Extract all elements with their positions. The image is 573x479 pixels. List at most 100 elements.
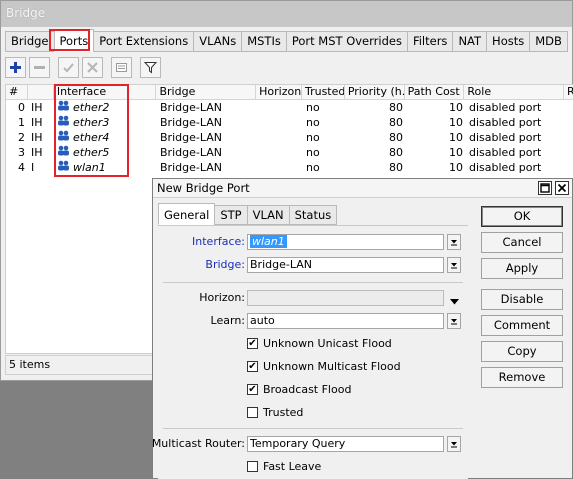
dialog-title: New Bridge Port <box>153 179 572 198</box>
window-title-text: Bridge <box>6 6 46 20</box>
cell-horizon <box>257 115 303 130</box>
remove-button[interactable]: Remove <box>481 367 563 388</box>
add-icon[interactable] <box>5 57 26 78</box>
cell-trusted: no <box>306 131 320 144</box>
cell-role: disabled port <box>469 116 542 129</box>
tab-general[interactable]: General <box>158 203 216 225</box>
cell-flags: IH <box>31 101 43 114</box>
interface-dropdown-icon[interactable] <box>447 234 461 250</box>
checkbox-label: Fast Leave <box>263 460 322 473</box>
col-num[interactable]: # <box>6 85 28 100</box>
fast-leave-checkbox[interactable]: Fast Leave <box>247 460 321 473</box>
tab-nat[interactable]: NAT <box>452 31 488 52</box>
col-bridge[interactable]: Bridge <box>156 85 257 100</box>
cell-bridge: Bridge-LAN <box>160 131 222 144</box>
cell-role: disabled port <box>469 161 542 174</box>
learn-label: Learn: <box>210 314 245 327</box>
col-trusted[interactable]: Trusted <box>302 85 345 100</box>
col-horizon[interactable]: Horizon <box>256 85 302 100</box>
cell-num: 4 <box>18 161 25 174</box>
tab-mstis[interactable]: MSTIs <box>241 31 287 52</box>
dialog-title-text: New Bridge Port <box>157 181 250 195</box>
toolbar <box>5 57 161 79</box>
checkbox-label: Unknown Multicast Flood <box>263 360 401 373</box>
cell-bridge: Bridge-LAN <box>160 146 222 159</box>
cell-num: 2 <box>18 131 25 144</box>
horizon-input[interactable] <box>247 290 444 306</box>
cell-horizon <box>257 145 303 160</box>
tab-hosts[interactable]: Hosts <box>486 31 531 52</box>
tab-vlans[interactable]: VLANs <box>193 31 243 52</box>
multicast-router-label: Multicast Router: <box>151 437 245 450</box>
interface-select[interactable]: wlan1 <box>247 234 444 250</box>
cell-priority: 80 <box>389 116 403 129</box>
unknown-unicast-flood-checkbox[interactable]: ✔ Unknown Unicast Flood <box>247 337 392 350</box>
remove-icon[interactable] <box>29 57 50 78</box>
cell-num: 3 <box>18 146 25 159</box>
col-flags[interactable] <box>28 85 54 100</box>
comment-button[interactable]: Comment <box>481 315 563 336</box>
comment-icon[interactable] <box>111 57 132 78</box>
cell-flags: IH <box>31 146 43 159</box>
checkbox-box <box>247 407 258 418</box>
trusted-checkbox[interactable]: Trusted <box>247 406 303 419</box>
ok-button[interactable]: OK <box>481 206 563 227</box>
tab-filters[interactable]: Filters <box>406 31 454 52</box>
cell-path-cost: 10 <box>449 116 463 129</box>
maximize-icon[interactable] <box>538 181 552 195</box>
col-priority[interactable]: Priority (h... <box>345 85 405 100</box>
learn-dropdown-icon[interactable] <box>447 313 461 329</box>
bridge-select[interactable]: Bridge-LAN <box>247 257 444 273</box>
horizon-label: Horizon: <box>199 291 245 304</box>
cell-trusted: no <box>306 116 320 129</box>
apply-button[interactable]: Apply <box>481 258 563 279</box>
tab-vlan[interactable]: VLAN <box>246 205 290 225</box>
tab-bridge[interactable]: Bridge <box>5 31 55 52</box>
disable-icon[interactable] <box>82 57 103 78</box>
tab-port-extensions[interactable]: Port Extensions <box>93 31 195 52</box>
filter-icon[interactable] <box>140 57 161 78</box>
tab-mdb[interactable]: MDB <box>529 31 568 52</box>
multicast-router-select[interactable]: Temporary Query <box>247 436 444 452</box>
cell-role: disabled port <box>469 101 542 114</box>
general-panel: Interface: wlan1 Bridge: Bridge-LAN Hori… <box>152 225 468 479</box>
broadcast-flood-checkbox[interactable]: ✔ Broadcast Flood <box>247 383 351 396</box>
close-icon[interactable] <box>555 181 569 195</box>
unknown-multicast-flood-checkbox[interactable]: ✔ Unknown Multicast Flood <box>247 360 401 373</box>
enable-icon[interactable] <box>58 57 79 78</box>
bridge-dropdown-icon[interactable] <box>447 257 461 273</box>
cell-horizon <box>257 130 303 145</box>
tab-stp[interactable]: STP <box>214 205 248 225</box>
cell-path-cost: 10 <box>449 161 463 174</box>
tab-port-mst-overrides[interactable]: Port MST Overrides <box>285 31 408 52</box>
interface-label: Interface: <box>192 235 245 248</box>
cell-num: 1 <box>18 116 25 129</box>
col-r[interactable]: R <box>564 85 573 100</box>
separator <box>163 428 463 429</box>
cell-trusted: no <box>306 146 320 159</box>
cancel-button[interactable]: Cancel <box>481 232 563 253</box>
tab-status[interactable]: Status <box>288 205 338 225</box>
disable-button[interactable]: Disable <box>481 289 563 310</box>
cell-role: disabled port <box>469 146 542 159</box>
cell-priority: 80 <box>389 131 403 144</box>
copy-button[interactable]: Copy <box>481 341 563 362</box>
col-path-cost[interactable]: Path Cost <box>405 85 465 100</box>
ports-tab-highlight <box>49 29 90 51</box>
learn-select[interactable]: auto <box>247 313 444 329</box>
separator <box>163 282 463 283</box>
cell-path-cost: 10 <box>449 146 463 159</box>
col-role[interactable]: Role <box>464 85 565 100</box>
cell-flags: IH <box>31 131 43 144</box>
cell-horizon <box>257 160 303 175</box>
checkbox-label: Unknown Unicast Flood <box>263 337 392 350</box>
cell-path-cost: 10 <box>449 101 463 114</box>
multicast-router-dropdown-icon[interactable] <box>447 436 461 452</box>
cell-trusted: no <box>306 161 320 174</box>
cell-path-cost: 10 <box>449 131 463 144</box>
cell-priority: 80 <box>389 101 403 114</box>
interface-column-highlight <box>54 84 129 177</box>
horizon-dropdown-icon[interactable] <box>450 295 459 308</box>
checkbox-box <box>247 461 258 472</box>
new-bridge-port-dialog: New Bridge Port General STP VLAN Status … <box>152 178 573 479</box>
